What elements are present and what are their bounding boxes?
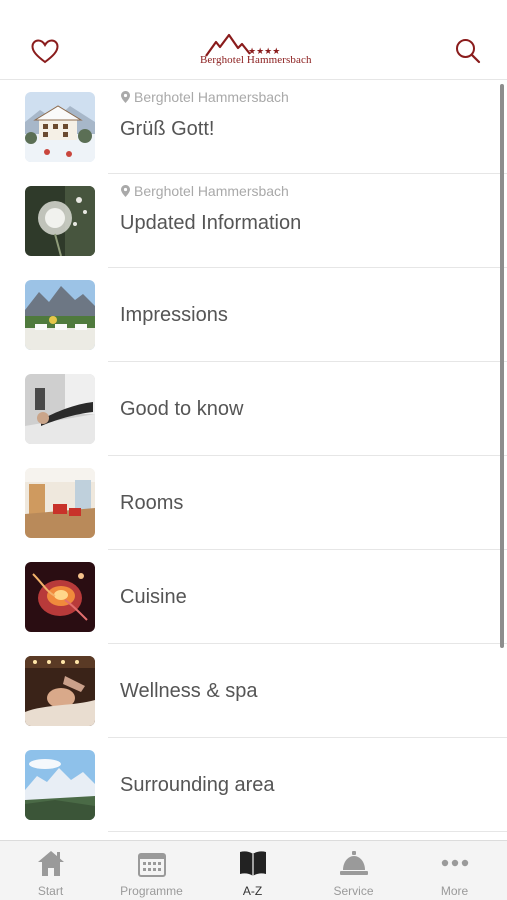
item-title: Impressions [120, 304, 228, 326]
item-title: Good to know [120, 398, 244, 420]
flambe-thumbnail [25, 562, 95, 632]
list-item[interactable]: Impressions [0, 268, 507, 362]
tab-a-z[interactable]: A-Z [202, 841, 303, 900]
heart-icon [31, 39, 59, 64]
tab-programme[interactable]: Programme [101, 841, 202, 900]
tab-label: Start [37, 884, 64, 898]
location-pin-icon [121, 91, 130, 103]
location-text: Berghotel Hammersbach [134, 89, 289, 105]
massage-thumbnail [25, 656, 95, 726]
more-dots-icon [441, 859, 469, 867]
snowy-hotel-thumbnail [25, 92, 95, 162]
list-item[interactable]: Good to know [0, 362, 507, 456]
app-header: ★★★★ Berghotel Hammersbach [0, 0, 507, 80]
item-title: Updated Information [120, 212, 302, 234]
item-title: Cuisine [120, 586, 187, 608]
item-title: Surrounding area [120, 774, 275, 796]
tab-more[interactable]: More [404, 841, 505, 900]
tab-label: More [440, 884, 469, 898]
divider [108, 831, 507, 832]
tab-label: A-Z [242, 884, 263, 898]
location-pin-icon [121, 185, 130, 197]
tab-start[interactable]: Start [0, 841, 101, 900]
search-icon [456, 39, 481, 64]
az-list[interactable]: Berghotel Hammersbach Grüß Gott! Berghot… [0, 80, 507, 840]
list-item[interactable]: Berghotel Hammersbach Updated Informatio… [0, 174, 507, 268]
alpine-view-thumbnail [25, 750, 95, 820]
tab-label: Programme [120, 884, 183, 898]
list-item[interactable]: Wellness & spa [0, 644, 507, 738]
scrollbar[interactable] [500, 84, 504, 648]
favorites-button[interactable] [28, 35, 62, 69]
calendar-icon [138, 853, 166, 877]
list-item[interactable]: Cuisine [0, 550, 507, 644]
item-title: Wellness & spa [120, 680, 258, 702]
relaxing-woman-thumbnail [25, 374, 95, 444]
list-item[interactable]: Surrounding area [0, 738, 507, 832]
book-icon [240, 851, 266, 876]
list-item[interactable]: Berghotel Hammersbach Grüß Gott! [0, 80, 507, 174]
mountain-terrace-thumbnail [25, 280, 95, 350]
location-label: Berghotel Hammersbach [121, 183, 289, 199]
location-text: Berghotel Hammersbach [134, 183, 289, 199]
bell-icon [340, 851, 368, 875]
logo-text: Berghotel Hammersbach [200, 54, 312, 66]
hotel-logo: ★★★★ Berghotel Hammersbach [200, 32, 312, 72]
house-icon [38, 851, 64, 876]
bottom-tab-bar: Start Programme A-Z Service More [0, 840, 507, 900]
hotel-room-thumbnail [25, 468, 95, 538]
item-title: Rooms [120, 492, 184, 514]
tab-service[interactable]: Service [303, 841, 404, 900]
tab-label: Service [333, 884, 374, 898]
list-item[interactable]: Rooms [0, 456, 507, 550]
item-title: Grüß Gott! [120, 118, 215, 140]
search-button[interactable] [451, 35, 485, 69]
location-label: Berghotel Hammersbach [121, 89, 289, 105]
dandelion-thumbnail [25, 186, 95, 256]
